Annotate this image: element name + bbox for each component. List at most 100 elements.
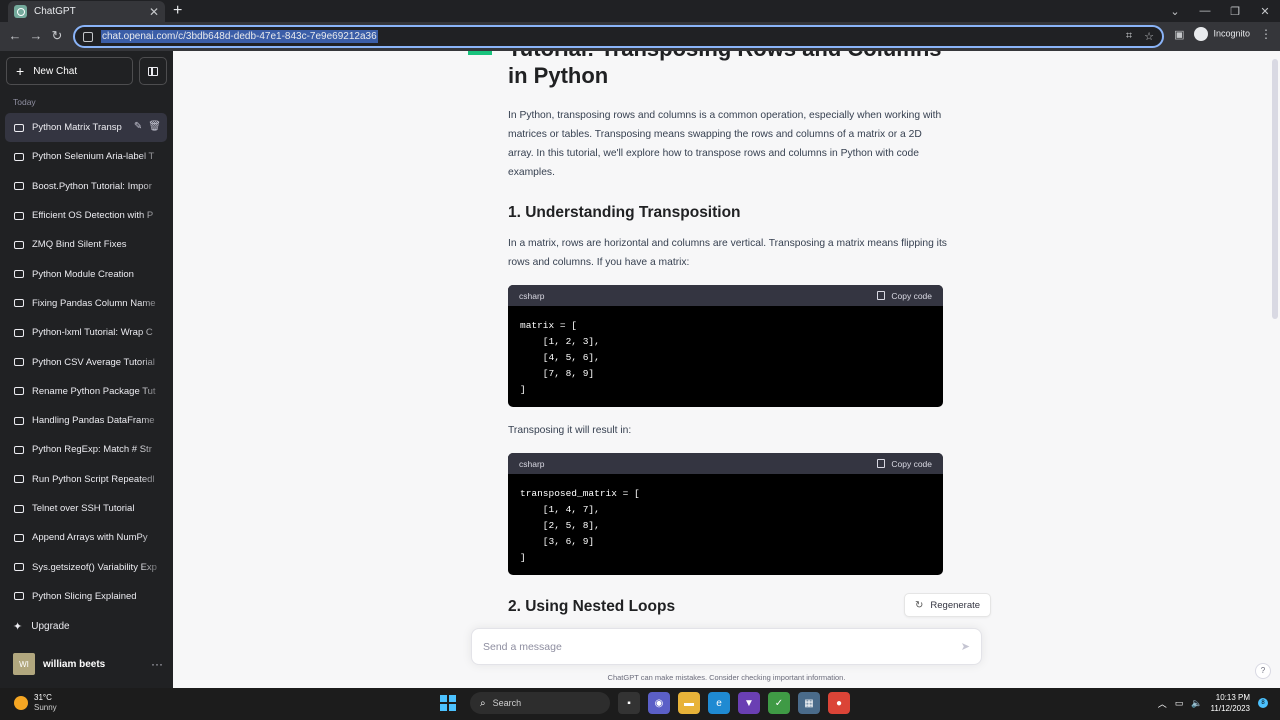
chat-item[interactable]: Sys.getsizeof() Variability Exp <box>5 552 167 582</box>
send-icon[interactable]: ➤ <box>961 640 970 653</box>
chat-item-label: Run Python Script Repeatedl <box>32 473 155 485</box>
incognito-indicator[interactable]: Incognito <box>1194 27 1250 41</box>
tab-search-icon[interactable]: ⌄ <box>1160 5 1190 18</box>
message-input[interactable] <box>483 640 961 653</box>
remote-desktop-icon[interactable]: ▦ <box>798 692 820 714</box>
side-panel-icon[interactable]: ▣ <box>1174 28 1184 41</box>
weather-condition: Sunny <box>34 703 57 712</box>
chat-item-active[interactable]: Python Matrix Transp ✎ 🗑 <box>5 113 167 143</box>
disclaimer-text: ChatGPT can make mistakes. Consider chec… <box>607 673 846 682</box>
user-name: william beets <box>43 658 106 670</box>
code-line: ] <box>520 384 526 395</box>
notepad-app-icon[interactable]: ✓ <box>768 692 790 714</box>
close-sidebar-button[interactable] <box>139 57 167 85</box>
chat-bubble-icon <box>14 152 24 161</box>
weather-widget[interactable]: 31°C Sunny <box>14 693 57 713</box>
task-view-icon[interactable]: ▪ <box>618 692 640 714</box>
chevron-up-icon[interactable]: ︿ <box>1158 697 1167 710</box>
chatgpt-favicon-icon <box>14 5 27 18</box>
chat-bubble-icon <box>14 592 24 601</box>
chat-item[interactable]: Handling Pandas DataFrame <box>5 405 167 436</box>
copy-code-button[interactable]: Copy code <box>877 459 932 469</box>
back-icon[interactable]: ← <box>6 27 24 45</box>
chat-item-label: Python Slicing Explained <box>32 590 137 602</box>
close-tab-icon[interactable]: ✕ <box>149 6 159 18</box>
chat-item[interactable]: Efficient OS Detection with P <box>5 200 167 231</box>
address-bar[interactable]: chat.openai.com/c/3bdb648d-dedb-47e1-843… <box>73 25 1164 48</box>
page-title: Tutorial: Transposing Rows and Columns i… <box>508 51 942 88</box>
chat-bubble-icon <box>14 563 24 572</box>
site-info-icon[interactable] <box>83 31 93 42</box>
upgrade-label: Upgrade <box>31 621 70 632</box>
notification-badge[interactable]: 8 <box>1258 698 1268 708</box>
chat-item[interactable]: Python Module Creation <box>5 259 167 289</box>
taskbar-search[interactable]: ⌕ Search <box>470 692 610 714</box>
trash-icon[interactable]: 🗑 <box>148 121 161 132</box>
minimize-icon[interactable]: — <box>1190 5 1220 17</box>
bookmark-star-icon[interactable]: ☆ <box>1144 30 1154 43</box>
section-heading-1: 1. Understanding Transposition <box>508 204 741 221</box>
more-options-icon[interactable]: ··· <box>151 657 163 671</box>
chat-item[interactable]: Rename Python Package Tut <box>5 376 167 406</box>
chat-item[interactable]: ZMQ Bind Silent Fixes <box>5 230 167 260</box>
chat-item[interactable]: Append Arrays with NumPy <box>5 523 167 553</box>
file-explorer-icon[interactable]: ▬ <box>678 692 700 714</box>
intro-paragraph: In Python, transposing rows and columns … <box>508 110 942 178</box>
sun-icon <box>14 696 28 710</box>
regenerate-button[interactable]: ↻ Regenerate <box>904 593 992 617</box>
chat-item-label: Python Selenium Aria-label T <box>32 151 155 163</box>
search-label: Search <box>492 698 522 708</box>
code-line: transposed_matrix = [ <box>520 488 640 499</box>
volume-icon[interactable]: 🔈 <box>1191 698 1202 709</box>
help-button[interactable]: ? <box>1255 663 1271 679</box>
code-header: csharp Copy code <box>508 285 943 306</box>
sidebar-toggle-icon <box>148 66 158 76</box>
close-window-icon[interactable]: ✕ <box>1250 5 1280 18</box>
chat-app-icon[interactable]: ◉ <box>648 692 670 714</box>
chat-item[interactable]: Python RegExp: Match # Str <box>5 435 167 465</box>
chat-item[interactable]: Telnet over SSH Tutorial <box>5 493 167 524</box>
incognito-label: Incognito <box>1213 28 1250 39</box>
chat-item[interactable]: Python Slicing Explained <box>5 581 167 612</box>
chat-bubble-icon <box>14 123 24 132</box>
chat-item[interactable]: Fixing Pandas Column Name <box>5 288 167 319</box>
url-text[interactable]: chat.openai.com/c/3bdb648d-dedb-47e1-843… <box>101 30 378 43</box>
copy-code-button[interactable]: Copy code <box>877 291 932 301</box>
new-tab-icon[interactable]: + <box>173 2 182 20</box>
reload-icon[interactable]: ↻ <box>48 27 66 45</box>
clipboard-icon <box>877 291 886 300</box>
regenerate-label: Regenerate <box>930 599 981 611</box>
vpn-app-icon[interactable]: ▼ <box>738 692 760 714</box>
code-language: csharp <box>519 458 545 469</box>
upgrade-button[interactable]: ✦ Upgrade <box>13 620 70 633</box>
scrollbar[interactable] <box>1272 59 1278 319</box>
avatar: WI <box>13 653 35 675</box>
browser-tab[interactable]: ChatGPT ✕ <box>8 1 165 22</box>
section-1-paragraph: In a matrix, rows are horizontal and col… <box>508 238 947 268</box>
browser-toolbar: ← → ↻ chat.openai.com/c/3bdb648d-dedb-47… <box>0 22 1280 51</box>
new-chat-button[interactable]: + New Chat <box>6 57 133 85</box>
copy-code-label: Copy code <box>891 290 932 301</box>
chat-bubble-icon <box>14 504 24 513</box>
chrome-icon[interactable]: ● <box>828 692 850 714</box>
qr-code-icon[interactable]: ⌗ <box>1126 30 1132 43</box>
chat-item[interactable]: Run Python Script Repeatedl <box>5 464 167 494</box>
chat-bubble-icon <box>14 182 24 191</box>
chat-item[interactable]: Boost.Python Tutorial: Impor <box>5 171 167 201</box>
chat-item[interactable]: Python-lxml Tutorial: Wrap C <box>5 318 167 348</box>
forward-icon[interactable]: → <box>27 27 45 45</box>
chat-item[interactable]: Python CSV Average Tutorial <box>5 347 167 377</box>
chat-item-label: ZMQ Bind Silent Fixes <box>32 239 127 251</box>
chat-history-list: Python Matrix Transp ✎ 🗑 Python Selenium… <box>5 113 167 612</box>
restore-icon[interactable]: ❐ <box>1220 5 1250 18</box>
windows-start-icon[interactable] <box>438 693 458 713</box>
network-icon[interactable]: ▭ <box>1175 698 1184 709</box>
chat-item[interactable]: Python Selenium Aria-label T <box>5 142 167 172</box>
edit-icon[interactable]: ✎ <box>134 121 142 132</box>
edge-icon[interactable]: e <box>708 692 730 714</box>
user-menu[interactable]: WI william beets ··· <box>13 653 163 675</box>
copy-code-label: Copy code <box>891 458 932 469</box>
clock[interactable]: 10:13 PM 11/12/2023 <box>1211 692 1250 714</box>
browser-menu-icon[interactable]: ⋮ <box>1260 27 1272 41</box>
search-icon: ⌕ <box>480 697 486 709</box>
